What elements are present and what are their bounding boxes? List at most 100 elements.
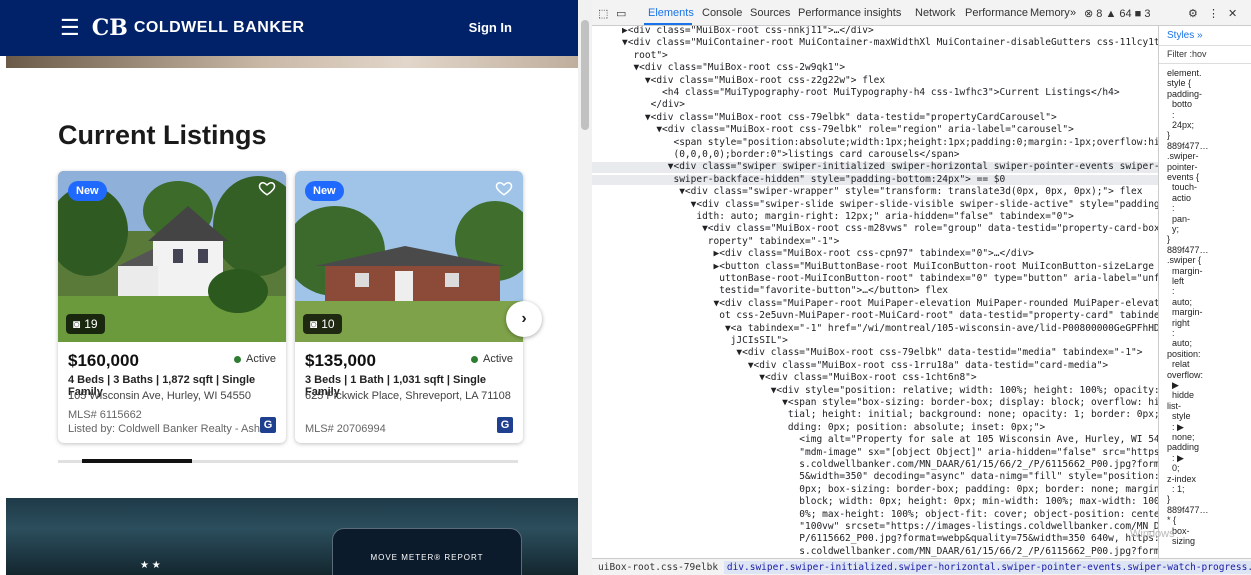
dom-node-line[interactable]: ▶<button class="MuiButtonBase-root MuiIc…	[592, 261, 1159, 273]
style-rule-line: y;	[1167, 224, 1180, 234]
issue-counters[interactable]: ⊗ 8 ▲ 64 ■ 3	[1084, 7, 1151, 20]
style-rule-line: right	[1167, 317, 1190, 328]
dom-node-line[interactable]: ▼<a tabindex="-1" href="/wi/montreal/105…	[592, 323, 1158, 335]
menu-icon[interactable]: ☰	[60, 17, 80, 39]
property-photo[interactable]: New ◙ 19	[58, 171, 286, 342]
dom-node-line[interactable]: ▼<div class="MuiContainer-root MuiContai…	[592, 38, 1158, 49]
dom-node-line[interactable]: "mdm-image" sx="[object Object]" aria-hi…	[592, 447, 1158, 459]
tab-console[interactable]: Console	[702, 7, 742, 19]
more-options-icon[interactable]: ⋮	[1208, 7, 1219, 20]
dom-node-line[interactable]: testid="favorite-button">…</button> flex	[592, 286, 1158, 297]
dom-node-line[interactable]: <h4 class="MuiTypography-root MuiTypogra…	[592, 87, 1158, 99]
dom-node-line[interactable]: ot css-2e5uvn-MuiPaper-root-MuiCard-root…	[592, 311, 1158, 322]
style-rule-line: pan-	[1167, 213, 1191, 224]
listing-address: 625 Pickwick Place, Shreveport, LA 71108	[305, 390, 511, 402]
active-tab-indicator	[644, 23, 692, 25]
inspect-icon[interactable]: ⬚	[598, 7, 608, 20]
tab-sources[interactable]: Sources	[750, 7, 790, 19]
tab-performance[interactable]: Performance	[965, 7, 1028, 19]
page-scrollbar[interactable]	[578, 0, 592, 575]
dom-node-line[interactable]: ▼<div class="MuiBox-root css-79elbk" rol…	[592, 125, 1158, 136]
dom-node-line[interactable]: P/6115662_P00.jpg?format=webp&quality=75…	[592, 534, 1158, 545]
activation-watermark: Windows	[1130, 528, 1175, 540]
dom-node-line[interactable]: ▼<div class="MuiBox-root css-m28vws" rol…	[592, 224, 1158, 235]
favorite-heart-icon[interactable]	[495, 179, 513, 197]
active-dot-icon	[471, 355, 479, 363]
tab-memory[interactable]: Memory	[1030, 7, 1070, 19]
dom-node-line[interactable]: ▼<div class="MuiBox-root css-1rru18a" da…	[592, 360, 1158, 372]
dom-node-line[interactable]: uttonBase-root-MuiIconButton-root" tabin…	[592, 273, 1158, 285]
dom-node-line[interactable]: 0px; box-sizing: border-box; padding: 0p…	[592, 484, 1158, 496]
dom-node-line[interactable]: 0%; max-height: 100%; object-fit: cover;…	[592, 509, 1158, 521]
dom-node-line[interactable]: ▼<div class="MuiPaper-root MuiPaper-elev…	[592, 298, 1159, 310]
dom-node-line[interactable]: ▼<div class="MuiBox-root css-79elbk" dat…	[592, 112, 1158, 124]
breadcrumb-item[interactable]: uiBox-root.css-79elbk	[598, 562, 718, 573]
elements-tree[interactable]: ▶<div class="MuiBox-root css-nnkj11">…</…	[592, 26, 1158, 558]
device-toolbar-icon[interactable]: ▭	[616, 7, 626, 20]
dom-node-line[interactable]: ▼<div style="position: relative; width: …	[592, 385, 1158, 397]
style-rule-line: none;	[1167, 432, 1195, 442]
dom-node-line[interactable]: idth: auto; margin-right: 12px;" aria-hi…	[592, 211, 1158, 223]
dom-node-line[interactable]: <img alt="Property for sale at 105 Wisco…	[592, 435, 1158, 446]
dom-node-line[interactable]: ▼<div class="swiper-slide swiper-slide-v…	[592, 199, 1158, 211]
styles-filter[interactable]: Filter :hov	[1159, 46, 1251, 64]
dom-node-line[interactable]: root">	[592, 50, 1158, 62]
style-rule-line: }	[1167, 130, 1171, 141]
dom-node-line[interactable]: swiper-backface-hidden" style="padding-b…	[592, 174, 1158, 186]
move-meter-box[interactable]: MOVE METER® REPORT	[332, 528, 522, 575]
property-photo[interactable]: New ◙ 10	[295, 171, 523, 342]
tab-performance-insights[interactable]: Performance insights	[798, 7, 901, 19]
tab-network[interactable]: Network	[915, 7, 955, 19]
dom-breadcrumb[interactable]: uiBox-root.css-79elbk div.swiper.swiper-…	[592, 558, 1251, 575]
style-rule-line: overflow:	[1167, 369, 1204, 380]
breadcrumb-item-selected[interactable]: div.swiper.swiper-initialized.swiper-hor…	[723, 561, 1251, 574]
dom-node-line[interactable]: ▼<div class="swiper-wrapper" style="tran…	[592, 187, 1158, 198]
close-icon[interactable]: ✕	[1228, 7, 1237, 20]
dom-node-line[interactable]: (0,0,0,0);border:0">listings card carous…	[592, 149, 1158, 161]
dom-node-line[interactable]: ▼<div class="MuiBox-root css-z2g22w"> fl…	[592, 75, 1158, 87]
style-rule-line: : ▶	[1167, 452, 1184, 463]
dom-node-line[interactable]: jJCIsSIL">	[592, 335, 1158, 347]
active-dot-icon	[234, 355, 242, 363]
dom-node-line[interactable]: s.coldwellbanker.com/MN_DAAR/61/15/66/2_…	[592, 459, 1158, 471]
more-tabs-icon[interactable]: »	[1070, 7, 1076, 19]
style-rule-line: 889f477…	[1167, 244, 1209, 255]
dom-node-line[interactable]: roperty" tabindex="-1">	[592, 236, 1158, 248]
dom-node-line[interactable]: ▼<span style="box-sizing: border-box; di…	[592, 397, 1158, 409]
listing-status: Active	[234, 353, 276, 365]
property-card[interactable]: New ◙ 19 $160,000 Active 4 Beds | 3 Baths…	[58, 171, 286, 443]
settings-gear-icon[interactable]: ⚙	[1188, 7, 1198, 20]
listing-status: Active	[471, 353, 513, 365]
dom-node-line[interactable]: s.coldwellbanker.com/MN_DAAR/61/15/66/2_…	[592, 546, 1158, 558]
carousel-scroll-thumb[interactable]	[82, 459, 192, 463]
webpage-viewport: ☰ CB COLDWELL BANKER Sign In Current Lis…	[0, 0, 578, 575]
page-scrollbar-thumb[interactable]	[581, 20, 589, 130]
dom-node-line[interactable]: ▼<div class="MuiBox-root css-1cht6n8">	[592, 373, 1158, 384]
dom-node-line[interactable]: </div>	[592, 100, 1158, 111]
photo-count: ◙ 19	[66, 314, 105, 334]
favorite-heart-icon[interactable]	[258, 179, 276, 197]
carousel-next-button[interactable]: ›	[506, 301, 542, 337]
brand-name[interactable]: COLDWELL BANKER	[134, 19, 305, 37]
dom-node-line[interactable]: tial; height: initial; background: none;…	[592, 410, 1158, 421]
dom-node-line[interactable]: ▼<div class="swiper swiper-initialized s…	[592, 162, 1158, 173]
dom-node-line[interactable]: ▶<div class="MuiBox-root css-cpn97" tabi…	[592, 249, 1158, 260]
style-rule-line: 889f477…	[1167, 504, 1209, 515]
move-meter-label: MOVE METER® REPORT	[370, 553, 484, 562]
styles-pane[interactable]: Styles » Filter :hov element. style {padd…	[1158, 26, 1251, 558]
dom-node-line[interactable]: <span style="position:absolute;width:1px…	[592, 137, 1158, 149]
dom-node-line[interactable]: block; width: 0px; height: 0px; min-widt…	[592, 497, 1158, 508]
styles-tab[interactable]: Styles »	[1159, 26, 1251, 46]
dom-node-line[interactable]: 5&width=350" decoding="async" data-nimg=…	[592, 472, 1158, 483]
brand-logo-icon[interactable]: CB	[92, 15, 128, 41]
style-rule-line: 24px;	[1167, 120, 1195, 130]
property-card[interactable]: New ◙ 10 $135,000 Active 3 Beds | 1 Bath …	[295, 171, 523, 443]
dom-node-line[interactable]: ▶<div class="MuiBox-root css-nnkj11">…</…	[592, 26, 1158, 37]
dom-node-line[interactable]: dding: 0px; position: absolute; inset: 0…	[592, 422, 1158, 434]
tab-elements[interactable]: Elements	[648, 7, 694, 19]
sign-in-link[interactable]: Sign In	[469, 20, 512, 35]
dom-node-line[interactable]: "100vw" srcset="https://images-listings.…	[592, 521, 1158, 533]
dom-node-line[interactable]: ▼<div class="MuiBox-root css-79elbk" dat…	[592, 348, 1158, 359]
dom-node-line[interactable]: ▼<div class="MuiBox-root css-2w9qk1">	[592, 63, 1158, 74]
listing-price: $160,000	[68, 351, 139, 370]
